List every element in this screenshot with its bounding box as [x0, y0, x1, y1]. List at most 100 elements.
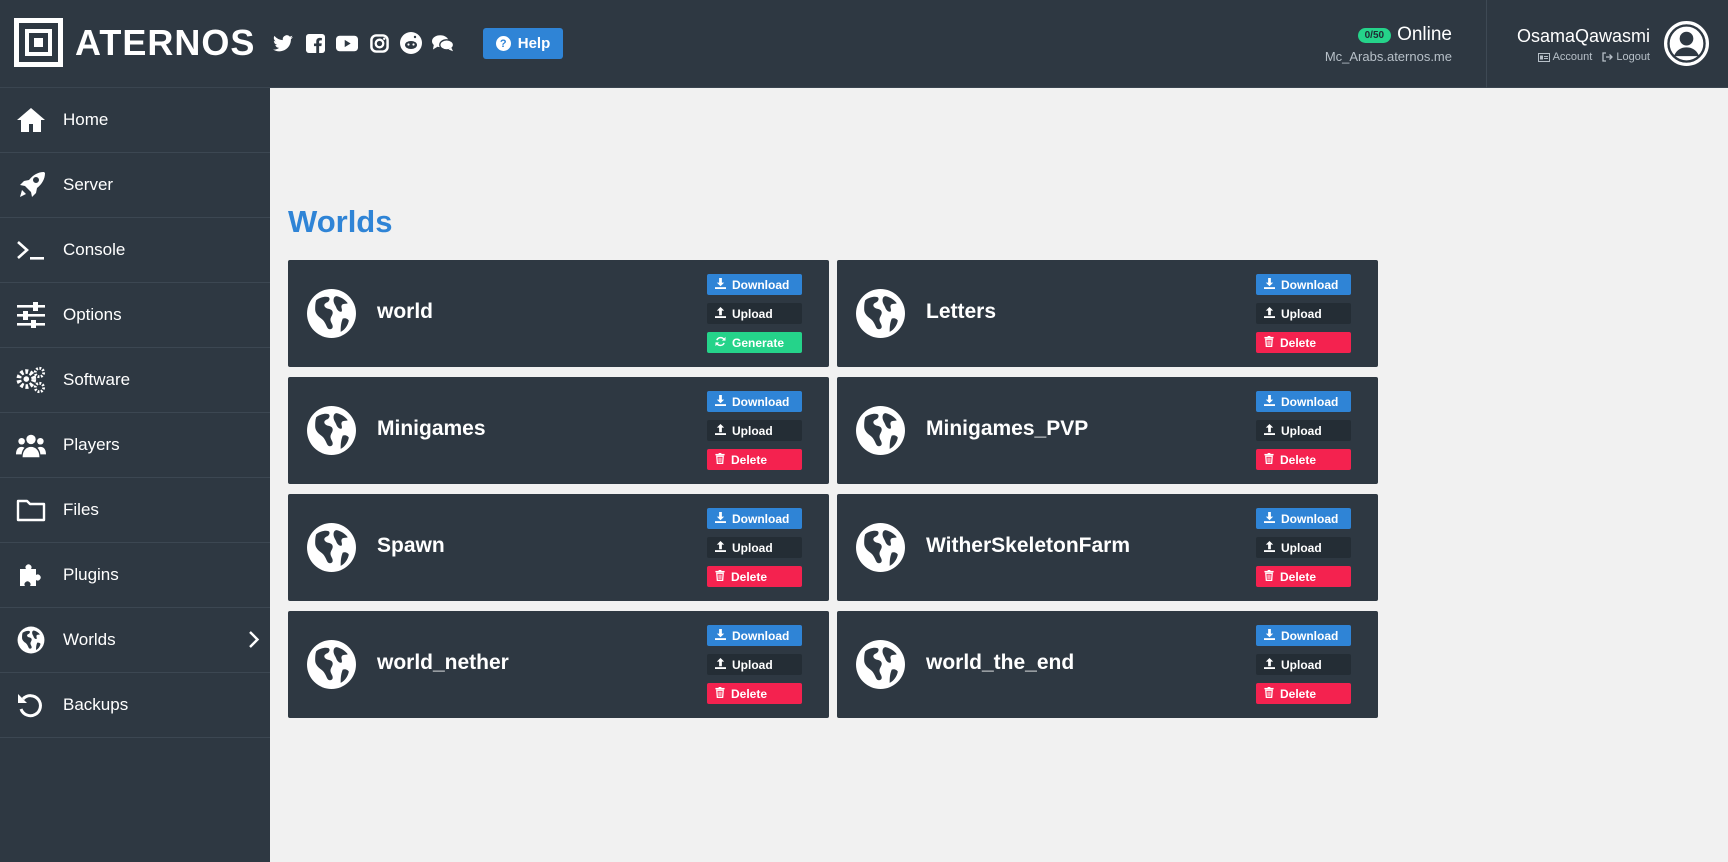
- sidebar-item-label: Console: [63, 240, 126, 259]
- upload-icon: [1264, 306, 1275, 321]
- home-icon: [16, 105, 46, 135]
- server-address: Mc_Arabs.aternos.me: [1324, 49, 1452, 64]
- server-status: 0/50 Online Mc_Arabs.aternos.me: [1325, 24, 1452, 64]
- upload-button[interactable]: Upload: [707, 303, 802, 324]
- download-button[interactable]: Download: [707, 508, 802, 529]
- sidebar-item-files[interactable]: Files: [0, 478, 270, 543]
- reddit-icon[interactable]: [400, 32, 422, 54]
- upload-icon: [1264, 540, 1275, 555]
- sidebar: Home Server Console Options Software Pla…: [0, 88, 270, 862]
- user-menu: OsamaQawasmi Account Logout: [1517, 26, 1650, 63]
- upload-icon: [715, 423, 726, 438]
- world-name: Minigames_PVP: [926, 417, 1089, 440]
- generate-button[interactable]: Generate: [707, 332, 802, 353]
- terminal-icon: [16, 235, 46, 265]
- upload-button[interactable]: Upload: [707, 537, 802, 558]
- logout-link[interactable]: Logout: [1602, 51, 1650, 63]
- download-button[interactable]: Download: [1256, 274, 1351, 295]
- sidebar-item-console[interactable]: Console: [0, 218, 270, 283]
- download-icon: [1264, 394, 1275, 409]
- upload-button[interactable]: Upload: [707, 654, 802, 675]
- download-icon: [715, 628, 726, 643]
- facebook-icon[interactable]: [304, 32, 326, 54]
- trash-icon: [1264, 569, 1274, 584]
- page-title: Worlds: [288, 204, 393, 239]
- trash-icon: [715, 452, 725, 467]
- download-icon: [1264, 628, 1275, 643]
- sidebar-item-options[interactable]: Options: [0, 283, 270, 348]
- world-card: world_the_end Download Upload Delete: [837, 611, 1378, 718]
- sidebar-item-label: Home: [63, 110, 109, 129]
- sidebar-item-software[interactable]: Software: [0, 348, 270, 413]
- globe-icon: [306, 639, 357, 690]
- globe-icon: [855, 405, 906, 456]
- world-name: world: [377, 300, 433, 323]
- account-link[interactable]: Account: [1537, 51, 1592, 63]
- world-card: world_nether Download Upload Delete: [288, 611, 829, 718]
- upload-button[interactable]: Upload: [1256, 654, 1351, 675]
- world-card: WitherSkeletonFarm Download Upload Delete: [837, 494, 1378, 601]
- delete-button[interactable]: Delete: [1256, 683, 1351, 704]
- sidebar-item-label: Backups: [63, 695, 129, 714]
- upload-button[interactable]: Upload: [1256, 420, 1351, 441]
- world-card: Letters Download Upload Delete: [837, 260, 1378, 367]
- rocket-icon: [16, 170, 46, 200]
- youtube-icon[interactable]: [336, 32, 358, 54]
- sidebar-item-server[interactable]: Server: [0, 153, 270, 218]
- sign-out-icon: [1602, 52, 1614, 62]
- download-button[interactable]: Download: [1256, 391, 1351, 412]
- sidebar-item-home[interactable]: Home: [0, 88, 270, 153]
- download-button[interactable]: Download: [1256, 508, 1351, 529]
- upload-button[interactable]: Upload: [707, 420, 802, 441]
- trash-icon: [1264, 686, 1274, 701]
- sidebar-item-worlds[interactable]: Worlds: [0, 608, 270, 673]
- sliders-icon: [16, 300, 46, 330]
- upload-icon: [1264, 657, 1275, 672]
- delete-button[interactable]: Delete: [1256, 566, 1351, 587]
- sidebar-item-backups[interactable]: Backups: [0, 673, 270, 738]
- world-name: world_nether: [377, 651, 509, 674]
- download-button[interactable]: Download: [707, 625, 802, 646]
- sidebar-item-label: Plugins: [63, 565, 119, 584]
- sidebar-item-label: Worlds: [63, 630, 116, 649]
- download-button[interactable]: Download: [707, 274, 802, 295]
- globe-icon: [306, 288, 357, 339]
- gears-icon: [16, 365, 46, 395]
- download-icon: [715, 277, 726, 292]
- delete-button[interactable]: Delete: [707, 449, 802, 470]
- sidebar-item-label: Server: [63, 175, 114, 194]
- trash-icon: [715, 686, 725, 701]
- upload-button[interactable]: Upload: [1256, 303, 1351, 324]
- chat-icon[interactable]: [432, 32, 454, 54]
- world-name: WitherSkeletonFarm: [926, 534, 1131, 557]
- trash-icon: [1264, 452, 1274, 467]
- globe-icon: [16, 625, 46, 655]
- question-icon: ?: [495, 36, 511, 51]
- world-name: Minigames: [377, 417, 486, 440]
- twitter-icon[interactable]: [272, 32, 294, 54]
- world-card: Minigames Download Upload Delete: [288, 377, 829, 484]
- help-button[interactable]: ? Help: [483, 28, 563, 59]
- delete-button[interactable]: Delete: [707, 683, 802, 704]
- sync-icon: [715, 336, 726, 350]
- download-button[interactable]: Download: [707, 391, 802, 412]
- world-card: world Download Upload Generate: [288, 260, 829, 367]
- social-links: [272, 32, 454, 54]
- globe-icon: [855, 288, 906, 339]
- instagram-icon[interactable]: [368, 32, 390, 54]
- aternos-logo[interactable]: ATERNOS: [14, 18, 255, 67]
- sidebar-item-plugins[interactable]: Plugins: [0, 543, 270, 608]
- world-card: Minigames_PVP Download Upload Delete: [837, 377, 1378, 484]
- top-header: ATERNOS ? Help 0/50 Online Mc_Arabs.ater…: [0, 0, 1728, 88]
- globe-icon: [855, 522, 906, 573]
- upload-icon: [715, 540, 726, 555]
- delete-button[interactable]: Delete: [1256, 332, 1351, 353]
- delete-button[interactable]: Delete: [1256, 449, 1351, 470]
- upload-button[interactable]: Upload: [1256, 537, 1351, 558]
- sidebar-item-label: Players: [63, 435, 120, 454]
- delete-button[interactable]: Delete: [707, 566, 802, 587]
- main-content: Worlds world Download Upload Generate Letter…: [270, 88, 1728, 862]
- download-button[interactable]: Download: [1256, 625, 1351, 646]
- avatar[interactable]: [1664, 21, 1709, 66]
- sidebar-item-players[interactable]: Players: [0, 413, 270, 478]
